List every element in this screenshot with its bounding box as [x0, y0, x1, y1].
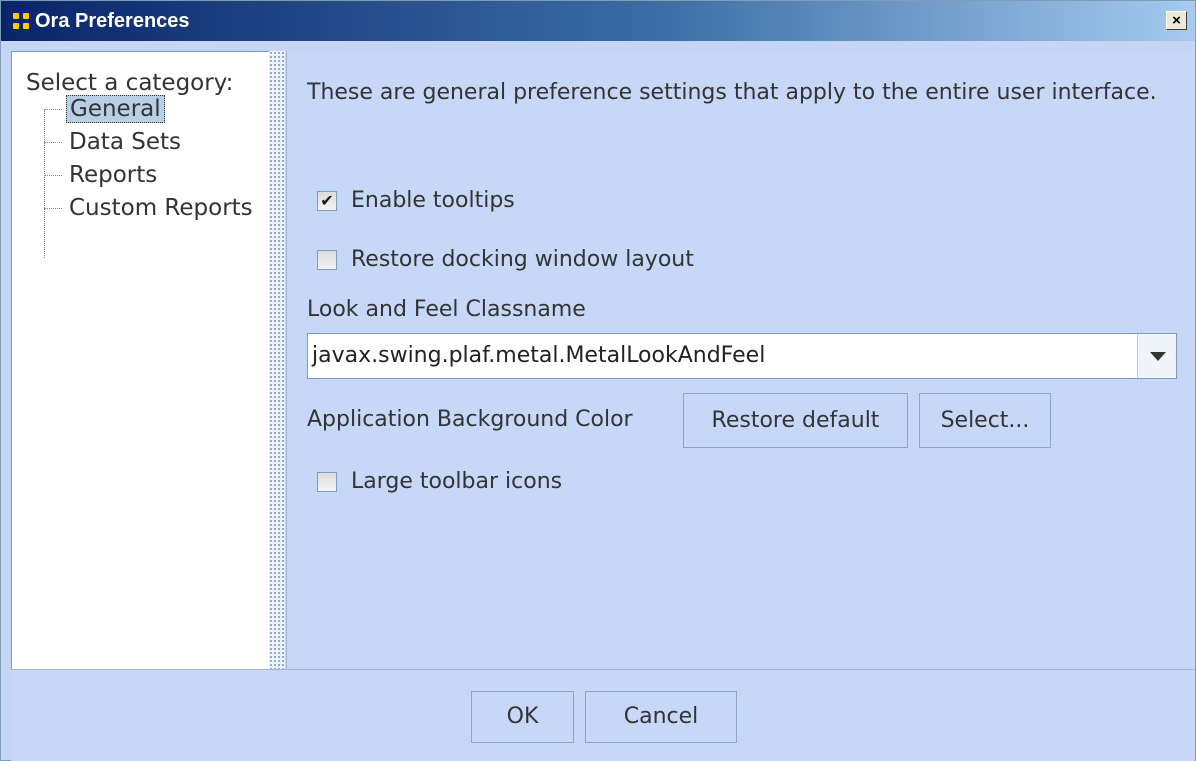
checkbox-box — [317, 250, 337, 270]
category-tree: Select a category: General Data Sets Rep… — [11, 51, 270, 670]
tree-item-custom-reports[interactable]: Custom Reports — [44, 195, 256, 221]
combo-value: javax.swing.plaf.metal.MetalLookAndFeel — [312, 343, 766, 368]
tree-item-data-sets[interactable]: Data Sets — [44, 129, 184, 155]
background-color-label: Application Background Color — [307, 407, 633, 432]
checkmark-icon: ✔ — [317, 191, 337, 211]
select-color-button[interactable]: Select... — [919, 393, 1051, 448]
general-settings-panel: These are general preference settings th… — [286, 51, 1195, 669]
split-pane-divider[interactable] — [269, 51, 285, 669]
checkbox-box — [317, 472, 337, 492]
chevron-down-icon[interactable] — [1137, 334, 1176, 378]
tree-item-label: Reports — [69, 162, 158, 188]
close-button[interactable]: × — [1166, 11, 1187, 30]
title-bar[interactable]: Ora Preferences × — [1, 1, 1195, 41]
dialog-button-bar: OK Cancel — [11, 669, 1195, 761]
panel-description: These are general preference settings th… — [307, 80, 1157, 105]
window-title: Ora Preferences — [35, 10, 190, 32]
checkbox-label: Restore docking window layout — [351, 247, 694, 272]
tree-item-label: General — [66, 95, 165, 123]
preferences-dialog: Ora Preferences × Select a category: Gen… — [0, 0, 1196, 761]
restore-default-button[interactable]: Restore default — [683, 393, 908, 448]
checkbox-label: Large toolbar icons — [351, 469, 563, 494]
ok-button[interactable]: OK — [471, 691, 574, 743]
ora-app-icon — [13, 13, 29, 29]
cancel-button[interactable]: Cancel — [585, 691, 737, 743]
tree-item-reports[interactable]: Reports — [44, 162, 160, 188]
laf-label: Look and Feel Classname — [307, 297, 586, 322]
tree-item-general[interactable]: General — [44, 95, 165, 123]
tree-item-label: Custom Reports — [69, 195, 253, 221]
look-and-feel-select[interactable]: javax.swing.plaf.metal.MetalLookAndFeel — [307, 333, 1177, 379]
tree-heading: Select a category: — [26, 70, 234, 96]
checkbox-label: Enable tooltips — [351, 188, 515, 213]
tree-item-label: Data Sets — [69, 129, 181, 155]
